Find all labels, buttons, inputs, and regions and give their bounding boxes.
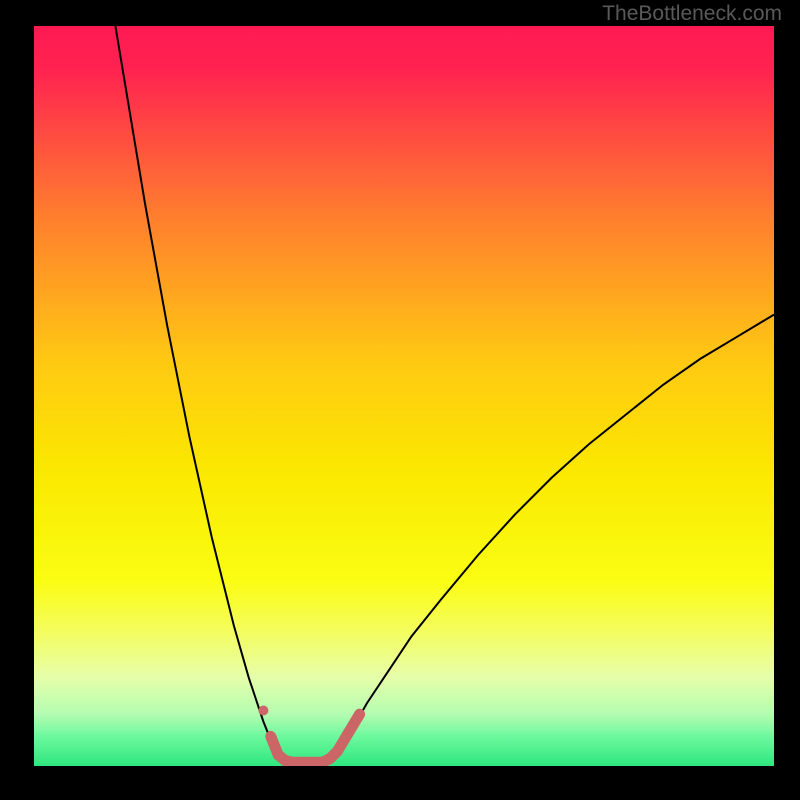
marker-group [258, 706, 268, 716]
chart-svg [34, 26, 774, 766]
marker-left-dot [258, 706, 268, 716]
chart-container: TheBottleneck.com [0, 0, 800, 800]
watermark-text: TheBottleneck.com [602, 2, 782, 26]
gradient-background [34, 26, 774, 766]
